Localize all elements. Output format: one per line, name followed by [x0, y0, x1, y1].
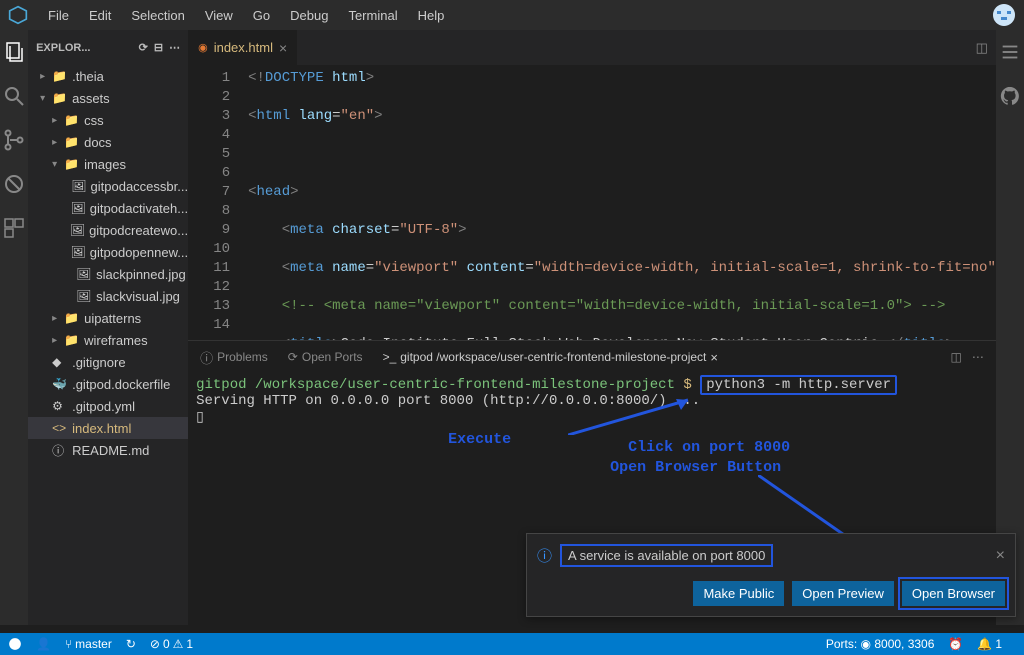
annotation-click-port-1: Click on port 8000 [628, 439, 790, 456]
more-icon[interactable]: ⋯ [169, 41, 180, 54]
line-gutter: 1234567891011121314 [188, 65, 248, 340]
source-control-icon[interactable] [0, 126, 28, 154]
tree-item[interactable]: 🐳.gitpod.dockerfile [28, 373, 188, 395]
close-terminal-icon[interactable]: × [710, 350, 718, 365]
tree-item[interactable]: 🖼gitpodactivateh... [28, 197, 188, 219]
tab-label: index.html [214, 40, 273, 55]
panel-tab-terminal[interactable]: >_gitpod /workspace/user-centric-fronten… [383, 350, 718, 365]
search-icon[interactable] [0, 82, 28, 110]
terminal-command: python3 -m http.server [700, 375, 897, 395]
info-icon: ⓘ [537, 545, 552, 566]
status-github-icon[interactable] [8, 637, 22, 651]
menu-terminal[interactable]: Terminal [340, 4, 405, 27]
status-avatar-icon[interactable]: 👤 [36, 637, 51, 651]
menu-selection[interactable]: Selection [123, 4, 192, 27]
tree-item[interactable]: ◆.gitignore [28, 351, 188, 373]
explorer-icon[interactable] [0, 38, 28, 66]
collapse-icon[interactable]: ⊟ [154, 41, 163, 54]
status-sync[interactable]: ↻ [126, 637, 136, 651]
code-editor[interactable]: 1234567891011121314 <!DOCTYPE html> <htm… [188, 65, 996, 340]
port-notification: ⓘ A service is available on port 8000 × … [526, 533, 1016, 617]
terminal-prompt-char: $ [683, 377, 691, 393]
tab-index-html[interactable]: ◉ index.html × [188, 30, 297, 65]
tab-actions: ◫ [976, 40, 996, 56]
tree-item[interactable]: 🖼gitpodcreatewo... [28, 219, 188, 241]
panel-more-icon[interactable]: ⋯ [972, 350, 984, 364]
outline-icon[interactable] [996, 38, 1024, 66]
annotation-click-port-2: Open Browser Button [610, 459, 781, 476]
explorer-sidebar: EXPLOR... ⟳ ⊟ ⋯ ▸📁.theia▾📁assets▸📁css▸📁d… [28, 30, 188, 625]
menu-debug[interactable]: Debug [282, 4, 336, 27]
file-icon: ◉ [198, 41, 208, 54]
tree-item[interactable]: ▸📁wireframes [28, 329, 188, 351]
make-public-button[interactable]: Make Public [693, 581, 784, 606]
open-browser-button[interactable]: Open Browser [902, 581, 1005, 606]
split-editor-icon[interactable]: ◫ [976, 40, 988, 55]
tree-item[interactable]: ▸📁uipatterns [28, 307, 188, 329]
menubar: File Edit Selection View Go Debug Termin… [0, 0, 1024, 30]
menu-go[interactable]: Go [245, 4, 278, 27]
explorer-header: EXPLOR... ⟳ ⊟ ⋯ [28, 30, 188, 65]
tree-item[interactable]: ⓘREADME.md [28, 439, 188, 461]
tree-item[interactable]: <>index.html [28, 417, 188, 439]
tree-item[interactable]: ▸📁css [28, 109, 188, 131]
status-bell-icon[interactable]: 🔔 1 [977, 637, 1002, 651]
tree-item[interactable]: 🖼slackvisual.jpg [28, 285, 188, 307]
terminal-cursor: ▯ [196, 409, 988, 426]
tree-item[interactable]: ▸📁.theia [28, 65, 188, 87]
terminal-prompt-path: gitpod /workspace/user-centric-frontend-… [196, 377, 675, 393]
close-notification-icon[interactable]: × [996, 547, 1005, 565]
github-icon[interactable] [996, 82, 1024, 110]
tree-item[interactable]: ▸📁docs [28, 131, 188, 153]
status-errors[interactable]: ⊘ 0 ⚠ 1 [150, 637, 193, 651]
explorer-title: EXPLOR... [36, 42, 139, 54]
tree-item[interactable]: 🖼slackpinned.jpg [28, 263, 188, 285]
status-alarm-icon[interactable]: ⏰ [948, 637, 963, 651]
panel-tabs: ⓘProblems ⟳Open Ports >_gitpod /workspac… [188, 341, 996, 373]
menu-edit[interactable]: Edit [81, 4, 119, 27]
menu-view[interactable]: View [197, 4, 241, 27]
menu-file[interactable]: File [40, 4, 77, 27]
tree-item[interactable]: 🖼gitpodopennew... [28, 241, 188, 263]
activity-bar [0, 30, 28, 625]
panel-tab-openports[interactable]: ⟳Open Ports [288, 350, 363, 364]
menu-items: File Edit Selection View Go Debug Termin… [40, 4, 452, 27]
tree-item[interactable]: 🖼gitpodaccessbr... [28, 175, 188, 197]
tree-item[interactable]: ▾📁assets [28, 87, 188, 109]
notification-message: A service is available on port 8000 [560, 544, 773, 567]
user-avatar-icon[interactable] [992, 3, 1016, 27]
tree-item[interactable]: ⚙.gitpod.yml [28, 395, 188, 417]
panel-split-icon[interactable]: ◫ [951, 350, 962, 364]
refresh-icon[interactable]: ⟳ [139, 41, 148, 54]
open-preview-button[interactable]: Open Preview [792, 581, 894, 606]
statusbar: 👤 ⑂ master ↻ ⊘ 0 ⚠ 1 Ports: ◉ 8000, 3306… [0, 633, 1024, 655]
status-branch[interactable]: ⑂ master [65, 637, 112, 651]
debug-activity-icon[interactable] [0, 170, 28, 198]
menu-help[interactable]: Help [410, 4, 453, 27]
file-tree[interactable]: ▸📁.theia▾📁assets▸📁css▸📁docs▾📁images🖼gitp… [28, 65, 188, 625]
terminal-output: Serving HTTP on 0.0.0.0 port 8000 (http:… [196, 393, 988, 409]
extensions-icon[interactable] [0, 214, 28, 242]
status-ports[interactable]: Ports: ◉ 8000, 3306 [826, 637, 935, 651]
tree-item[interactable]: ▾📁images [28, 153, 188, 175]
editor-tabs: ◉ index.html × ◫ [188, 30, 996, 65]
code-content[interactable]: <!DOCTYPE html> <html lang="en"> <head> … [248, 65, 996, 340]
panel-tab-problems[interactable]: ⓘProblems [200, 348, 268, 367]
app-logo-icon [8, 5, 28, 25]
close-tab-icon[interactable]: × [279, 40, 287, 56]
annotation-execute: Execute [448, 431, 511, 448]
